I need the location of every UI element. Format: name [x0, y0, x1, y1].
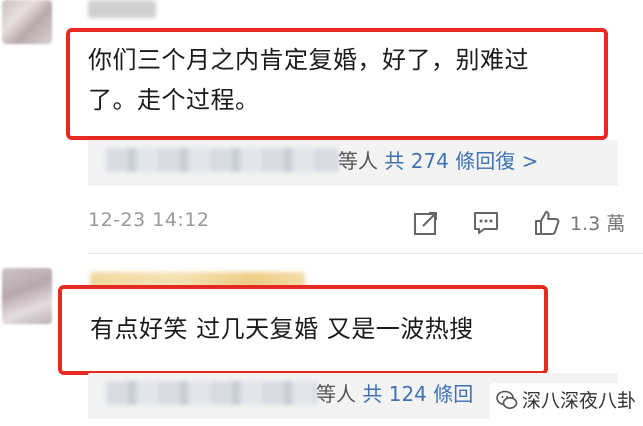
comment-actions: 12-23 14:12 1.3 萬	[0, 205, 643, 241]
watermark-text: 深八深夜八卦	[522, 390, 637, 412]
wechat-icon	[496, 390, 518, 409]
reply-count[interactable]: 等人 共 124 條回	[316, 380, 473, 408]
share-icon[interactable]	[412, 209, 440, 237]
timestamp: 12-23 14:12	[88, 209, 210, 231]
like-count: 1.3 萬	[570, 213, 626, 235]
reply-users-label: 等人	[316, 382, 356, 406]
reply-count-link[interactable]: 共 274 條回復 >	[378, 149, 538, 173]
reply-users-blurred	[106, 148, 338, 172]
reply-summary[interactable]: 等人 共 274 條回復 >	[88, 140, 618, 186]
reply-count-link[interactable]: 共 124 條回	[356, 382, 473, 406]
username-blurred[interactable]	[88, 0, 156, 18]
reply-users-label: 等人	[338, 149, 378, 173]
avatar[interactable]	[2, 0, 52, 44]
avatar[interactable]	[2, 268, 52, 324]
watermark: 深八深夜八卦	[490, 383, 643, 423]
comment-divider	[88, 253, 643, 254]
comment-text: 有点好笑 过几天复婚 又是一波热搜	[90, 315, 474, 343]
thumbs-up-icon[interactable]	[533, 209, 561, 237]
comment-icon[interactable]	[472, 209, 500, 237]
reply-count[interactable]: 等人 共 274 條回復 >	[338, 147, 538, 175]
comment-text: 你们三个月之内肯定复婚，好了，别难过 了。走个过程。	[88, 46, 529, 114]
reply-users-blurred	[106, 381, 318, 405]
